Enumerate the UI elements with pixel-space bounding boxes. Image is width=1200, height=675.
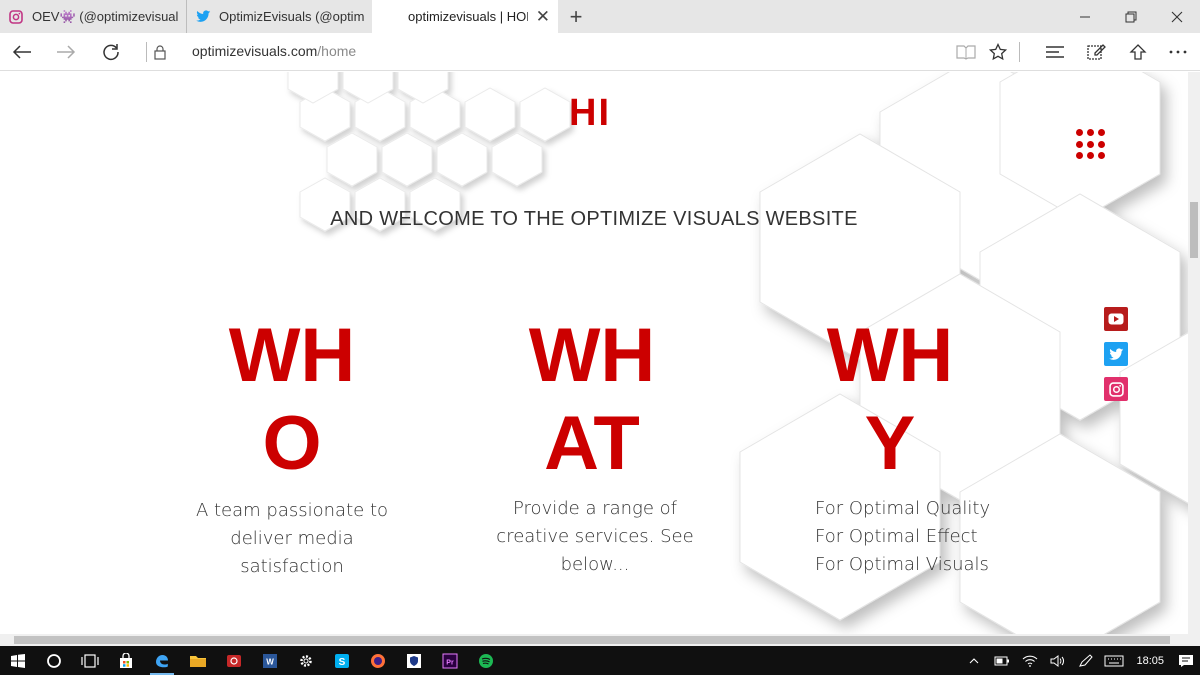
skype-icon[interactable]: S xyxy=(324,646,360,675)
system-tray: 18:05 xyxy=(960,646,1200,675)
keyboard-icon[interactable] xyxy=(1100,646,1128,675)
desc-line: For Optimal Effect xyxy=(815,526,978,547)
volume-icon[interactable] xyxy=(1044,646,1072,675)
task-view-icon[interactable] xyxy=(72,646,108,675)
what-line2: AT xyxy=(544,401,640,486)
tab-title: OEV👾 (@optimizevisuals) xyxy=(32,8,178,24)
why-description: For Optimal Quality For Optimal Effect F… xyxy=(793,495,993,579)
refresh-button[interactable] xyxy=(91,33,131,71)
screen: OEV👾 (@optimizevisuals) OptimizEvisuals … xyxy=(0,0,1200,675)
back-button[interactable] xyxy=(2,33,42,71)
what-heading: WH AT xyxy=(492,312,692,488)
youtube-icon[interactable] xyxy=(1104,307,1128,331)
word-icon[interactable]: W xyxy=(252,646,288,675)
why-line1: WH xyxy=(826,313,954,398)
url-path: /home xyxy=(317,43,357,59)
favorite-star-icon[interactable] xyxy=(980,33,1016,71)
start-windows-icon[interactable] xyxy=(0,646,36,675)
more-options-icon[interactable] xyxy=(1160,33,1196,71)
close-tab-icon[interactable]: ✕ xyxy=(536,7,550,27)
twitter-icon[interactable] xyxy=(1104,342,1128,366)
web-note-icon[interactable] xyxy=(1078,33,1114,71)
forward-arrow-icon xyxy=(57,45,76,59)
desc-line: A team passionate to xyxy=(195,500,389,521)
desc-line: For Optimal Quality xyxy=(815,498,991,519)
file-explorer-icon[interactable] xyxy=(180,646,216,675)
instagram-icon xyxy=(8,9,24,25)
shield-app-icon[interactable] xyxy=(396,646,432,675)
new-tab-button[interactable]: + xyxy=(558,0,594,33)
svg-text:S: S xyxy=(339,657,346,668)
desc-line: creative services. See xyxy=(496,526,694,547)
who-heading: WH O xyxy=(192,312,392,488)
desc-line: satisfaction xyxy=(240,556,344,577)
forward-button[interactable] xyxy=(46,33,86,71)
desc-line: below... xyxy=(560,554,630,575)
photo-app-icon[interactable] xyxy=(216,646,252,675)
minimize-button[interactable] xyxy=(1062,0,1108,33)
reading-view-icon[interactable] xyxy=(948,33,984,71)
tab-instagram[interactable]: OEV👾 (@optimizevisuals) xyxy=(0,0,186,33)
why-heading: WH Y xyxy=(790,312,990,488)
horizontal-scroll-thumb[interactable] xyxy=(14,636,1170,644)
tab-twitter[interactable]: OptimizEvisuals (@optimize xyxy=(186,0,372,33)
address-bar: optimizevisuals.com/home xyxy=(0,33,1200,71)
hi-heading: HI xyxy=(569,92,611,134)
tab-bar: OEV👾 (@optimizevisuals) OptimizEvisuals … xyxy=(0,0,1200,33)
cortana-icon[interactable] xyxy=(36,646,72,675)
horizontal-scrollbar[interactable] xyxy=(0,634,1200,646)
desc-line: For Optimal Visuals xyxy=(815,554,989,575)
who-line1: WH xyxy=(228,313,356,398)
premiere-pro-icon[interactable]: Pr xyxy=(432,646,468,675)
hub-icon[interactable] xyxy=(1037,33,1073,71)
firefox-icon[interactable] xyxy=(360,646,396,675)
chevron-up-icon[interactable] xyxy=(960,646,988,675)
svg-text:W: W xyxy=(266,657,274,666)
url-field[interactable]: optimizevisuals.com/home xyxy=(192,43,356,59)
taskbar: W S Pr 18:05 xyxy=(0,646,1200,675)
battery-icon[interactable] xyxy=(988,646,1016,675)
wifi-icon[interactable] xyxy=(1016,646,1044,675)
what-description: Provide a range of creative services. Se… xyxy=(495,495,695,579)
web-page: HI AND WELCOME TO THE OPTIMIZE VISUALS W… xyxy=(0,72,1188,634)
who-line2: O xyxy=(262,401,322,486)
edge-icon[interactable] xyxy=(144,646,180,675)
menu-dots-icon[interactable] xyxy=(1076,129,1108,161)
tab-home-active[interactable]: optimizevisuals | HOME ✕ xyxy=(372,0,558,33)
window-controls xyxy=(1062,0,1200,33)
desc-line: Provide a range of xyxy=(513,498,677,519)
separator xyxy=(146,42,147,62)
instagram-icon[interactable] xyxy=(1104,377,1128,401)
url-domain: optimizevisuals.com xyxy=(192,43,318,59)
refresh-icon xyxy=(103,44,119,61)
desc-line: deliver media xyxy=(230,528,354,549)
pen-workspace-icon[interactable] xyxy=(1072,646,1100,675)
spotify-icon[interactable] xyxy=(468,646,504,675)
back-arrow-icon xyxy=(12,45,31,59)
vertical-scrollbar[interactable] xyxy=(1188,72,1200,634)
lock-icon xyxy=(148,33,172,71)
vertical-scroll-thumb[interactable] xyxy=(1190,202,1198,258)
why-line2: Y xyxy=(864,401,916,486)
share-icon[interactable] xyxy=(1120,33,1156,71)
what-line1: WH xyxy=(528,313,656,398)
svg-text:Pr: Pr xyxy=(446,659,454,666)
tab-title: OptimizEvisuals (@optimize xyxy=(219,9,364,24)
close-window-button[interactable] xyxy=(1154,0,1200,33)
separator xyxy=(1019,42,1020,62)
settings-gear-icon[interactable] xyxy=(288,646,324,675)
twitter-icon xyxy=(195,9,211,25)
welcome-text: AND WELCOME TO THE OPTIMIZE VISUALS WEBS… xyxy=(330,208,858,230)
tab-title: optimizevisuals | HOME xyxy=(408,9,528,24)
restore-button[interactable] xyxy=(1108,0,1154,33)
action-center-icon[interactable] xyxy=(1172,646,1200,675)
clock[interactable]: 18:05 xyxy=(1128,655,1172,667)
who-description: A team passionate to deliver media satis… xyxy=(192,497,392,581)
store-icon[interactable] xyxy=(108,646,144,675)
